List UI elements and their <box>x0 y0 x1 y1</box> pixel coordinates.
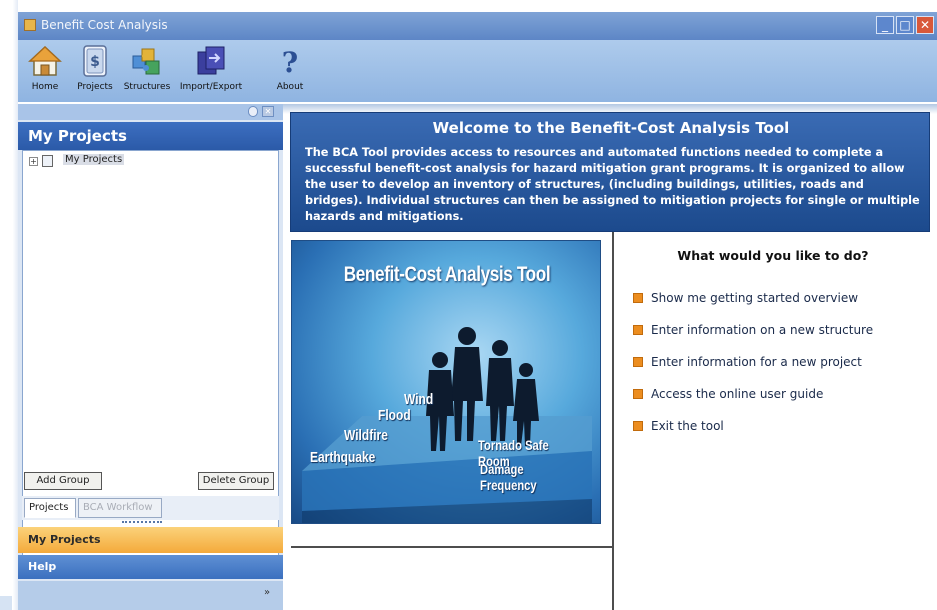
actions-title: What would you like to do? <box>677 248 869 263</box>
toolbar-home-label: Home <box>31 82 59 92</box>
welcome-title: Welcome to the Benefit-Cost Analysis Too… <box>432 119 790 137</box>
toolbar-home-button[interactable]: Home <box>24 44 66 92</box>
toolbar-about-button[interactable]: ? About <box>270 44 310 92</box>
action-label[interactable]: Access the online user guide <box>651 387 823 401</box>
question-icon: ? <box>273 44 307 79</box>
home-icon <box>28 44 62 78</box>
minimize-button[interactable]: _ <box>876 16 894 34</box>
main-toolbar: Home $ Projects Structures Import/Export… <box>18 40 937 102</box>
hero-word-flood: Flood <box>378 407 411 424</box>
hero-image: Benefit-Cost Analysis Tool Wind Flood Wi… <box>291 240 601 524</box>
tree-node-my-projects[interactable]: My Projects <box>63 154 125 165</box>
action-label[interactable]: Show me getting started overview <box>651 291 858 305</box>
pin-icon[interactable] <box>248 106 258 117</box>
maximize-button[interactable]: □ <box>896 16 914 34</box>
hero-word-wildfire: Wildfire <box>344 427 388 444</box>
welcome-banner: Welcome to the Benefit-Cost Analysis Too… <box>290 112 930 232</box>
left-tabs: Projects BCA Workflow <box>22 496 279 520</box>
toolbar-import-export-label: Import/Export <box>179 82 243 92</box>
import-export-icon <box>194 44 228 78</box>
welcome-description: The BCA Tool provides access to resource… <box>305 146 920 223</box>
toolbar-import-export-button[interactable]: Import/Export <box>174 44 248 92</box>
delete-group-button[interactable]: Delete Group <box>198 472 274 490</box>
left-panel-strip: ✕ <box>18 104 283 120</box>
tree-expand-icon[interactable]: + <box>29 157 38 166</box>
chevron-down-icon[interactable]: » <box>264 587 270 598</box>
hero-title: Benefit-Cost Analysis Tool <box>343 263 551 286</box>
panel-close-icon[interactable]: ✕ <box>262 106 274 117</box>
toolbar-projects-label: Projects <box>77 82 113 92</box>
structures-icon <box>130 44 164 78</box>
window-frame-left <box>0 0 18 610</box>
app-icon <box>24 19 36 31</box>
main-content: Welcome to the Benefit-Cost Analysis Too… <box>283 104 937 610</box>
toolbar-structures-button[interactable]: Structures <box>120 44 174 92</box>
project-folder-icon <box>42 155 53 167</box>
orange-bullet-icon <box>633 389 643 399</box>
orange-bullet-icon <box>633 293 643 303</box>
toolbar-structures-label: Structures <box>123 82 171 92</box>
splitter-grip[interactable] <box>122 521 162 524</box>
tab-bca-workflow[interactable]: BCA Workflow <box>78 498 162 518</box>
dollar-document-icon: $ <box>78 44 112 78</box>
nav-my-projects[interactable]: My Projects <box>18 527 283 553</box>
window-title: Benefit Cost Analysis <box>41 18 168 32</box>
hero-word-earthquake: Earthquake <box>310 449 376 466</box>
hero-word-wind: Wind <box>404 391 434 408</box>
svg-text:$: $ <box>90 54 100 70</box>
window-title-bar: Benefit Cost Analysis _ □ ✕ <box>18 12 937 40</box>
close-button[interactable]: ✕ <box>916 16 934 34</box>
tab-projects[interactable]: Projects <box>24 498 76 518</box>
orange-bullet-icon <box>633 325 643 335</box>
orange-bullet-icon <box>633 357 643 367</box>
content-divider-horizontal <box>291 546 613 548</box>
nav-bottom-bar: » <box>18 581 283 610</box>
action-label[interactable]: Exit the tool <box>651 419 724 433</box>
content-divider-vertical <box>612 232 614 610</box>
toolbar-projects-button[interactable]: $ Projects <box>70 44 120 92</box>
add-group-button[interactable]: Add Group <box>24 472 102 490</box>
toolbar-about-label: About <box>276 82 304 92</box>
window-frame-accent <box>0 596 12 610</box>
orange-bullet-icon <box>633 421 643 431</box>
my-projects-header: My Projects <box>18 122 283 150</box>
action-label[interactable]: Enter information for a new project <box>651 355 862 369</box>
hero-word-damage: Damage Frequency <box>480 461 537 493</box>
svg-text:?: ? <box>282 46 298 78</box>
left-panel: ✕ My Projects + My Projects Add Group De… <box>18 104 283 610</box>
action-label[interactable]: Enter information on a new structure <box>651 323 873 337</box>
nav-help[interactable]: Help <box>18 555 283 579</box>
